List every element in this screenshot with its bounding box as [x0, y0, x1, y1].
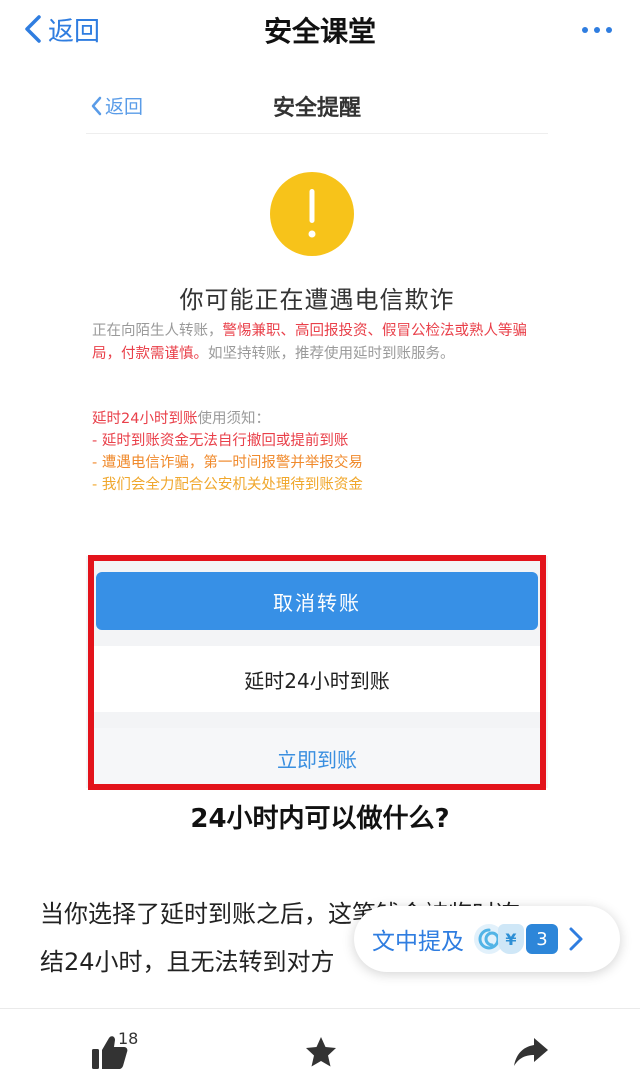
- like-count: 18: [118, 1029, 139, 1048]
- share-icon[interactable]: [512, 1035, 550, 1069]
- notice-heading: 延时24小时到账使用须知：: [92, 408, 542, 430]
- warning-headline: 你可能正在遭遇电信欺诈: [179, 286, 455, 314]
- warning-icon: [270, 172, 354, 256]
- notice-heading-rest: 使用须知：: [197, 411, 270, 427]
- star-icon[interactable]: [304, 1035, 338, 1069]
- bottom-action-bar: 18: [0, 1008, 640, 1087]
- mention-pill[interactable]: 文中提及 ¥ 3: [354, 906, 620, 972]
- screenshot-nav-bar: 返回 安全提醒: [86, 76, 548, 134]
- notice-line-1: - 延时到账资金无法自行撤回或提前到账: [92, 433, 349, 449]
- shield-yuan-icon: ¥: [498, 924, 524, 954]
- screenshot-title: 安全提醒: [272, 96, 361, 121]
- mention-count-badge: 3: [526, 924, 558, 954]
- paragraph-part3: 如坚持转账，推荐使用延时到账服务。: [208, 346, 455, 362]
- notice-line-2: - 遭遇电信诈骗，第一时间报警并举报交易: [92, 455, 363, 471]
- mention-icons: ¥ 3: [474, 924, 558, 954]
- section-heading: 24小时内可以做什么?: [190, 804, 450, 834]
- notice-line-3: - 我们会全力配合公安机关处理待到账资金: [92, 477, 363, 493]
- mention-label: 文中提及: [372, 929, 464, 955]
- page-title: 安全课堂: [263, 15, 376, 48]
- delay-notice: 延时24小时到账使用须知： - 延时到账资金无法自行撤回或提前到账 - 遭遇电信…: [92, 408, 542, 496]
- more-icon[interactable]: [580, 20, 614, 40]
- chevron-right-icon: [569, 927, 583, 951]
- paragraph-part1: 正在向陌生人转账，: [92, 323, 223, 339]
- warning-paragraph: 正在向陌生人转账，警惕兼职、高回报投资、假冒公检法或熟人等骗局，付款需谨慎。如坚…: [92, 320, 542, 366]
- top-nav-bar: 返回 安全课堂: [0, 0, 640, 60]
- notice-heading-red: 延时24小时到账: [92, 411, 198, 427]
- highlight-box: [88, 555, 546, 790]
